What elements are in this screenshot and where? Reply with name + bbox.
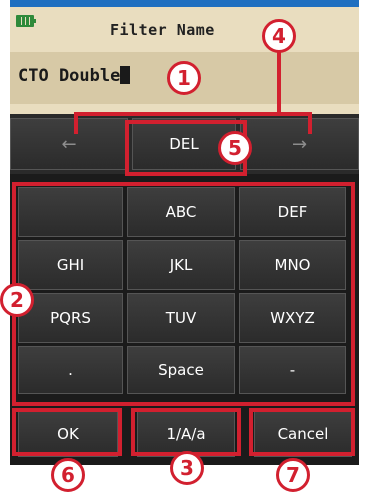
cursor-left-button[interactable]: ←	[10, 118, 128, 170]
callout-6: 6	[51, 458, 85, 492]
arrow-left-icon: ←	[61, 133, 77, 155]
callout-line-4-bar	[74, 112, 312, 116]
callout-box-keypad	[12, 182, 355, 406]
callout-box-mode	[131, 408, 241, 456]
callout-4: 4	[262, 19, 296, 53]
callout-2: 2	[0, 283, 34, 317]
callout-7: 7	[276, 458, 310, 492]
arrow-right-icon: →	[291, 133, 308, 155]
callout-5: 5	[218, 131, 252, 165]
callout-line-4-left	[74, 112, 78, 134]
battery-icon	[16, 15, 36, 27]
text-cursor	[120, 66, 131, 84]
filter-name-text: CTO Double	[18, 66, 131, 86]
cursor-right-button[interactable]: →	[240, 118, 359, 170]
filter-name-value: CTO Double	[18, 66, 121, 86]
callout-3: 3	[170, 451, 204, 485]
callout-1: 1	[167, 61, 201, 95]
callout-box-cancel	[249, 408, 355, 456]
top-banner	[10, 0, 359, 7]
callout-line-4-stem	[277, 52, 281, 114]
callout-box-ok	[12, 408, 122, 456]
screen-title: Filter Name	[110, 21, 215, 39]
callout-line-4-right	[308, 112, 312, 134]
